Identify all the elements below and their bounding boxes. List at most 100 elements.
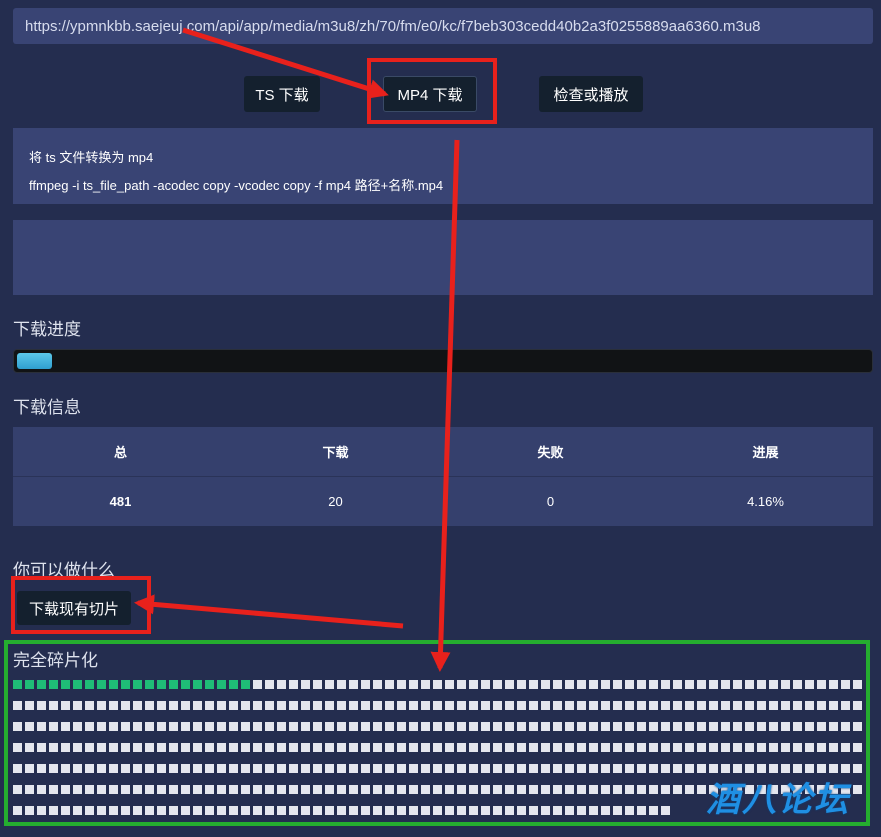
fragment-cell [565, 785, 574, 794]
fragment-cell [649, 722, 658, 731]
fragment-cell [721, 680, 730, 689]
fragment-cell [433, 680, 442, 689]
fragment-cell [553, 680, 562, 689]
fragment-cell [517, 680, 526, 689]
fragment-cell [145, 806, 154, 815]
fragment-cell [505, 785, 514, 794]
fragment-cell [97, 680, 106, 689]
fragment-cell [289, 722, 298, 731]
fragment-cell [85, 722, 94, 731]
fragment-cell [193, 680, 202, 689]
fragment-cell [133, 743, 142, 752]
fragment-cell [793, 701, 802, 710]
fragment-cell [853, 743, 862, 752]
fragment-cell [817, 743, 826, 752]
fragment-cell [409, 806, 418, 815]
fragment-cell [373, 722, 382, 731]
fragment-cell [697, 764, 706, 773]
fragment-cell [397, 680, 406, 689]
fragment-cell [61, 743, 70, 752]
fragment-cell [817, 701, 826, 710]
fragment-cell [529, 764, 538, 773]
fragment-cell [193, 701, 202, 710]
fragment-cell [745, 722, 754, 731]
fragment-cell [529, 785, 538, 794]
fragment-cell [733, 701, 742, 710]
fragment-cell [505, 722, 514, 731]
fragment-cell [397, 743, 406, 752]
fragment-cell [193, 785, 202, 794]
fragment-cell [613, 806, 622, 815]
fragment-cell [253, 743, 262, 752]
url-input[interactable]: https://ypmnkbb.saejeuj.com/api/app/medi… [13, 8, 873, 44]
fragment-cell [289, 680, 298, 689]
fragment-cell [685, 785, 694, 794]
fragment-cell [613, 701, 622, 710]
check-or-play-button[interactable]: 检查或播放 [539, 76, 643, 112]
fragment-cell [253, 680, 262, 689]
mp4-download-button[interactable]: MP4 下载 [383, 76, 477, 112]
header-total: 总 [13, 427, 228, 477]
fragment-cell [49, 680, 58, 689]
fragment-cell [277, 764, 286, 773]
fragment-cell [445, 785, 454, 794]
fragment-cell [589, 701, 598, 710]
fragment-cell [721, 701, 730, 710]
fragment-cell [601, 785, 610, 794]
fragment-cell [169, 785, 178, 794]
fragment-cell [385, 764, 394, 773]
fragment-cell [577, 764, 586, 773]
fragment-cell [337, 743, 346, 752]
fragment-cell [181, 701, 190, 710]
fragment-cell [493, 743, 502, 752]
ts-download-button[interactable]: TS 下载 [244, 76, 320, 112]
fragment-cell [265, 680, 274, 689]
fragment-cell [337, 764, 346, 773]
fragment-cell [649, 806, 658, 815]
fragment-cell [385, 680, 394, 689]
fragment-cell [769, 701, 778, 710]
fragment-cell [277, 743, 286, 752]
fragment-cell [793, 680, 802, 689]
fragment-cell [565, 722, 574, 731]
fragment-cell [433, 743, 442, 752]
fragment-cell [793, 722, 802, 731]
fragment-cell [325, 722, 334, 731]
fragment-cell [613, 743, 622, 752]
fragment-cell [301, 701, 310, 710]
fragment-cell [601, 701, 610, 710]
fragment-cell [193, 722, 202, 731]
fragment-cell [61, 785, 70, 794]
fragment-cell [757, 680, 766, 689]
fragment-cell [577, 743, 586, 752]
fragment-cell [649, 785, 658, 794]
fragment-cell [853, 785, 862, 794]
fragment-cell [445, 806, 454, 815]
fragment-cell [841, 722, 850, 731]
download-existing-slices-button[interactable]: 下载现有切片 [17, 591, 131, 625]
fragment-cell [421, 806, 430, 815]
fragment-cell [481, 806, 490, 815]
fragment-cell [421, 743, 430, 752]
fragment-cell [145, 722, 154, 731]
fragment-cell [397, 764, 406, 773]
fragment-cell [745, 701, 754, 710]
header-failed: 失败 [443, 427, 658, 477]
fragment-cell [205, 806, 214, 815]
fragment-cell [169, 806, 178, 815]
fragment-cell [685, 701, 694, 710]
fragment-cell [589, 743, 598, 752]
fragment-cell [493, 680, 502, 689]
fragment-cell [529, 722, 538, 731]
fragment-cell [397, 701, 406, 710]
fragment-cell [733, 743, 742, 752]
fragment-cell [601, 743, 610, 752]
fragment-cell [421, 785, 430, 794]
fragment-cell [373, 743, 382, 752]
fragment-cell [169, 701, 178, 710]
fragment-cell [97, 785, 106, 794]
fragment-cell [409, 680, 418, 689]
fragment-cell [541, 743, 550, 752]
fragment-cell [409, 743, 418, 752]
fragment-cell [769, 680, 778, 689]
